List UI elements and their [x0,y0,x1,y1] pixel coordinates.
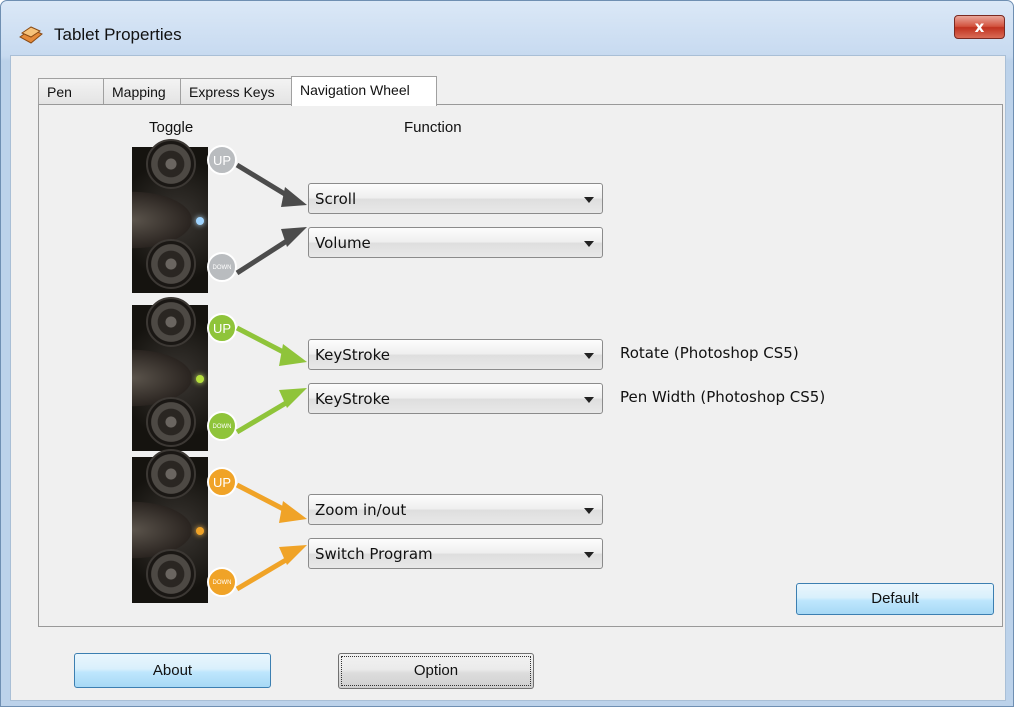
up-badge-icon: UP [207,313,237,343]
tab-mapping[interactable]: Mapping [103,78,181,105]
dropdown-value: Zoom in/out [315,501,407,519]
tab-express-keys[interactable]: Express Keys [180,78,292,105]
toggle-column-header: Toggle [149,119,194,136]
indicator-light-icon [196,375,204,383]
close-button[interactable]: x [954,15,1005,39]
wheel-knob-icon [146,297,196,347]
dropdown-value: KeyStroke [315,390,390,408]
down-badge-icon: DOWN [207,252,237,282]
about-button[interactable]: About [74,653,271,688]
tablet-app-icon [19,26,43,44]
wheel-knob-icon [146,139,196,189]
function-dropdown-down-1[interactable]: Volume [308,227,603,258]
wheel-image-1 [132,139,208,293]
function-dropdown-down-2[interactable]: KeyStroke [308,383,603,414]
chevron-down-icon [584,397,594,403]
default-button[interactable]: Default [796,583,994,615]
down-badge-icon: DOWN [207,411,237,441]
chevron-down-icon [584,197,594,203]
up-badge-icon: UP [207,145,237,175]
dialog-client-area: Pen Mapping Express Keys Navigation Whee… [10,55,1006,701]
window-title: Tablet Properties [54,25,182,44]
navigation-wheel-panel: Toggle Function UP DOWN Scroll Volume UP… [38,104,1003,627]
dropdown-value: Volume [315,234,371,252]
wheel-image-3 [132,449,208,603]
indicator-light-icon [196,217,204,225]
function-dropdown-up-1[interactable]: Scroll [308,183,603,214]
function-dropdown-up-3[interactable]: Zoom in/out [308,494,603,525]
wheel-knob-icon [146,449,196,499]
chevron-down-icon [584,353,594,359]
up-arrow-icon [235,325,307,435]
wheel-knob-icon [146,397,196,447]
dropdown-value: KeyStroke [315,346,390,364]
keystroke-note-down: Pen Width (Photoshop CS5) [620,388,826,406]
chevron-down-icon [584,552,594,558]
keystroke-note-up: Rotate (Photoshop CS5) [620,344,799,362]
up-arrow-icon [235,162,307,276]
tablet-properties-window: Tablet Properties x Pen Mapping Express … [0,0,1014,707]
function-dropdown-up-2[interactable]: KeyStroke [308,339,603,370]
indicator-light-icon [196,527,204,535]
up-arrow-icon [235,482,307,592]
function-dropdown-down-3[interactable]: Switch Program [308,538,603,569]
wheel-image-2 [132,297,208,451]
chevron-down-icon [584,241,594,247]
down-badge-icon: DOWN [207,567,237,597]
function-column-header: Function [404,119,462,136]
wheel-knob-icon [146,239,196,289]
tab-navigation-wheel[interactable]: Navigation Wheel [291,76,437,106]
dropdown-value: Scroll [315,190,357,208]
up-badge-icon: UP [207,467,237,497]
chevron-down-icon [584,508,594,514]
tab-pen[interactable]: Pen [38,78,104,105]
dropdown-value: Switch Program [315,545,433,563]
option-button[interactable]: Option [338,653,534,689]
title-bar: Tablet Properties x [1,1,1013,55]
focus-rectangle [341,656,531,686]
wheel-knob-icon [146,549,196,599]
